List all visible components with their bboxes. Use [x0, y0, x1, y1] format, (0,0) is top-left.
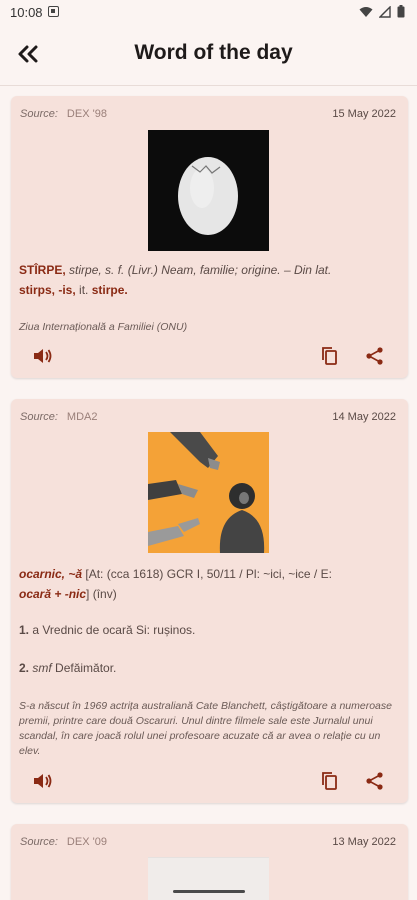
source-label: Source:	[20, 411, 58, 423]
status-bar: 10:08	[0, 0, 417, 26]
sense-1: 1. a Vrednic de ocară Si: rușinos.	[19, 620, 398, 640]
word-image	[148, 432, 269, 553]
source-line: Source: DEX '98	[20, 108, 107, 120]
card-date: 14 May 2022	[332, 411, 396, 423]
card-date: 13 May 2022	[332, 836, 396, 848]
status-icons	[359, 5, 405, 18]
etymology-latin: stirps, -is,	[19, 283, 76, 297]
word-card: Source: MDA2 14 May 2022 ocarnic, ~ă [At:…	[11, 399, 408, 803]
day-note: Ziua Internațională a Familiei (ONU)	[19, 321, 188, 333]
notification-icon	[48, 6, 59, 17]
sense-1-text: a Vrednic de ocară Si: rușinos.	[29, 623, 196, 637]
definition: STÎRPE, stirpe, s. f. (Livr.) Neam, fami…	[19, 260, 398, 300]
copy-icon[interactable]	[319, 770, 341, 792]
sense-1-number: 1.	[19, 623, 30, 637]
source-name[interactable]: DEX '09	[67, 836, 107, 848]
share-icon[interactable]	[364, 345, 386, 367]
definition-text: [At: (cca 1618) GCR I, 50/11 / Pl: ~ici,…	[82, 567, 332, 581]
egg-icon	[178, 157, 238, 235]
source-name[interactable]: MDA2	[67, 411, 98, 423]
register: ] (înv)	[86, 587, 117, 601]
copy-icon[interactable]	[319, 345, 341, 367]
card-date: 15 May 2022	[332, 108, 396, 120]
appbar-divider	[0, 85, 417, 86]
etymology: ocară + -nic	[19, 587, 87, 601]
sense-2-pos: smf	[29, 661, 52, 675]
source-label: Source:	[20, 836, 58, 848]
word-card: Source: DEX '98 15 May 2022 STÎRPE, stirp…	[11, 96, 408, 378]
pointing-hands-illustration-icon	[148, 432, 265, 553]
speaker-icon[interactable]	[31, 770, 53, 792]
home-indicator[interactable]	[173, 890, 245, 893]
speaker-icon[interactable]	[31, 345, 53, 367]
signal-icon	[379, 5, 391, 18]
word-card: Source: DEX '09 13 May 2022	[11, 824, 408, 900]
headword: STÎRPE,	[19, 263, 66, 277]
source-line: Source: MDA2	[20, 411, 97, 423]
page-title: Word of the day	[134, 41, 293, 64]
sense-2-number: 2.	[19, 661, 30, 675]
etymology-sep: it.	[75, 283, 92, 297]
day-note: S-a născut în 1969 actrița australiană C…	[19, 700, 392, 757]
app-bar: Word of the day	[0, 26, 417, 84]
sense-2: 2. smf Defăimător.	[19, 658, 398, 678]
definition: ocarnic, ~ă [At: (cca 1618) GCR I, 50/11…	[19, 564, 398, 604]
sense-2-text: Defăimător.	[51, 661, 117, 675]
battery-icon	[397, 5, 405, 18]
definition-text: stirpe, s. f. (Livr.) Neam, familie; ori…	[65, 263, 332, 277]
source-name[interactable]: DEX '98	[67, 108, 107, 120]
source-line: Source: DEX '09	[20, 836, 107, 848]
word-image	[148, 130, 269, 251]
headword: ocarnic, ~ă	[19, 567, 83, 581]
share-icon[interactable]	[364, 770, 386, 792]
source-label: Source:	[20, 108, 58, 120]
status-time: 10:08	[10, 5, 43, 20]
etymology-italian: stirpe.	[91, 283, 128, 297]
word-image	[148, 857, 269, 900]
wifi-icon	[359, 6, 373, 17]
